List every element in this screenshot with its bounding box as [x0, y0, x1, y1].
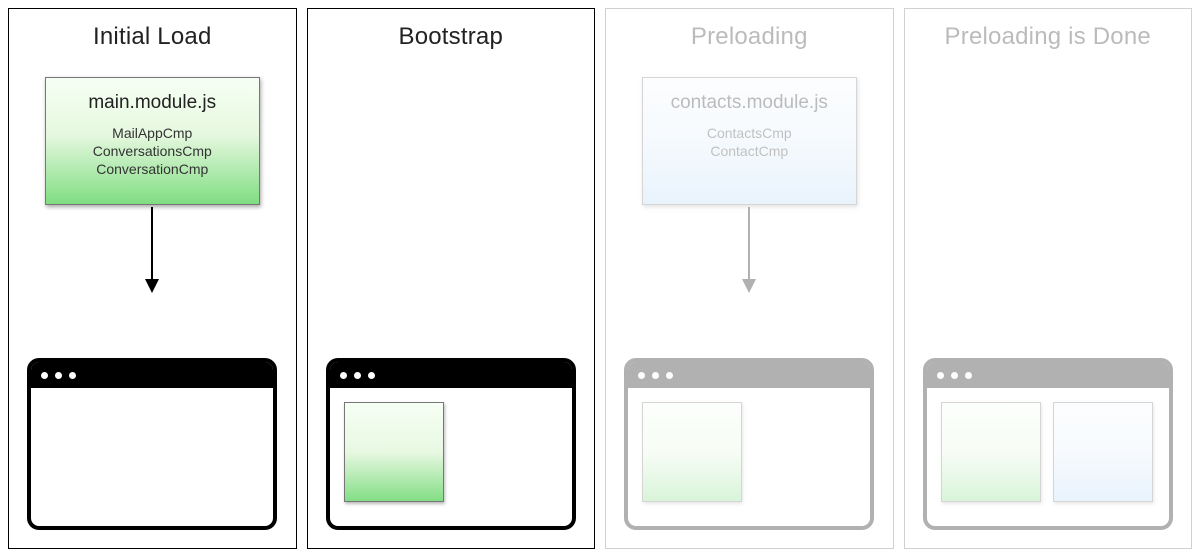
panel-title: Initial Load: [21, 19, 284, 51]
module-components: MailAppCmp ConversationsCmp Conversation…: [93, 124, 212, 179]
module-name: main.module.js: [88, 92, 216, 114]
window-dot-icon: [951, 372, 958, 379]
window-dot-icon: [666, 372, 673, 379]
loaded-module-tile: [344, 402, 444, 502]
window-dot-icon: [965, 372, 972, 379]
loaded-module-tile: [642, 402, 742, 502]
module-component: MailAppCmp: [93, 124, 212, 142]
module-component: ContactCmp: [707, 142, 792, 160]
module-components: ContactsCmp ContactCmp: [707, 124, 792, 160]
panel-preloading: Preloading contacts.module.js ContactsCm…: [605, 8, 894, 549]
window-dot-icon: [937, 372, 944, 379]
window-dot-icon: [340, 372, 347, 379]
arrow-down-icon: [21, 207, 284, 295]
browser-viewport: [628, 388, 870, 526]
browser-window: [326, 358, 576, 530]
window-dot-icon: [55, 372, 62, 379]
panel-title: Preloading is Done: [917, 19, 1180, 51]
browser-window: [923, 358, 1173, 530]
browser-viewport: [330, 388, 572, 526]
module-name: contacts.module.js: [671, 92, 828, 114]
window-dot-icon: [354, 372, 361, 379]
browser-titlebar: [330, 362, 572, 388]
browser-viewport: [31, 388, 273, 526]
browser-window: [624, 358, 874, 530]
browser-viewport: [927, 388, 1169, 526]
browser-titlebar: [628, 362, 870, 388]
loaded-module-tile: [1053, 402, 1153, 502]
module-box-contacts: contacts.module.js ContactsCmp ContactCm…: [642, 77, 857, 205]
arrow-down-icon: [618, 207, 881, 295]
panel-preloading-done: Preloading is Done: [904, 8, 1193, 549]
panel-title: Preloading: [618, 19, 881, 51]
module-box-main: main.module.js MailAppCmp ConversationsC…: [45, 77, 260, 205]
browser-titlebar: [927, 362, 1169, 388]
window-dot-icon: [638, 372, 645, 379]
module-component: ContactsCmp: [707, 124, 792, 142]
window-dot-icon: [41, 372, 48, 379]
loaded-module-tile: [941, 402, 1041, 502]
panel-title: Bootstrap: [320, 19, 583, 51]
module-component: ConversationCmp: [93, 160, 212, 178]
module-component: ConversationsCmp: [93, 142, 212, 160]
panel-bootstrap: Bootstrap: [307, 8, 596, 549]
window-dot-icon: [69, 372, 76, 379]
window-dot-icon: [652, 372, 659, 379]
panel-initial-load: Initial Load main.module.js MailAppCmp C…: [8, 8, 297, 549]
window-dot-icon: [368, 372, 375, 379]
browser-titlebar: [31, 362, 273, 388]
browser-window: [27, 358, 277, 530]
